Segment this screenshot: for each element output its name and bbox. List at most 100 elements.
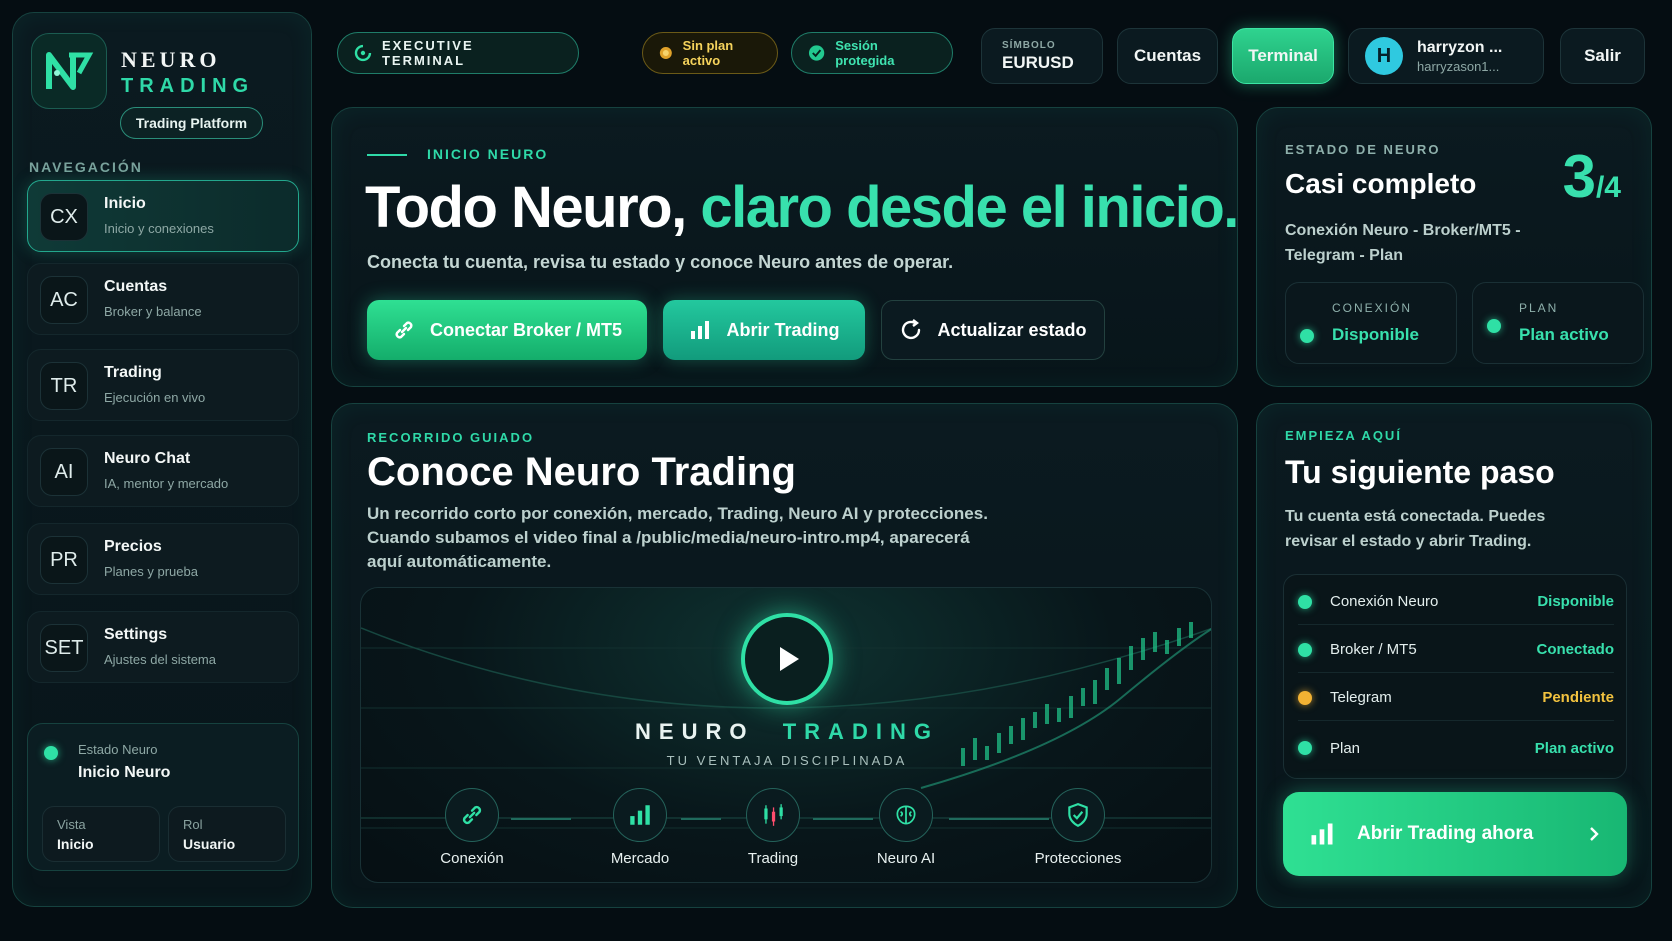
video-brand1: NEURO [635,719,755,744]
connect-broker-label: Conectar Broker / MT5 [429,319,623,340]
step-label: Protecciones [1034,850,1122,867]
check-label: Telegram [1330,689,1392,706]
video-brand: NEURO TRADING [361,719,1211,745]
score-num: 3 [1562,143,1596,210]
neuro-logo [31,33,107,109]
sidebar-item-sub: Broker y balance [104,304,202,319]
sidebar-item-cuentas[interactable]: AC Cuentas Broker y balance [27,263,299,335]
abrir-trading-ahora-button[interactable]: Abrir Trading ahora [1283,792,1627,876]
status-dot-icon [1298,642,1312,657]
rol-value: Usuario [183,836,236,852]
cta-label: Abrir Trading ahora [1357,823,1534,844]
check-value: Plan activo [1534,739,1614,757]
conexion-value: Disponible [1332,325,1419,344]
shield-check-icon [808,45,825,61]
sidebar-item-neuro-chat[interactable]: AI Neuro Chat IA, mentor y mercado [27,435,299,507]
video-tagline: TU VENTAJA DISCIPLINADA [666,753,908,768]
check-row-conexion: Conexión Neuro Disponible [1298,579,1614,625]
sidebar-item-trading[interactable]: TR Trading Ejecución en vivo [27,349,299,421]
step-circle [879,788,933,842]
checklist: Conexión Neuro Disponible Broker / MT5 C… [1283,574,1627,779]
estado-eyebrow: ESTADO DE NEURO [1285,142,1441,157]
step-mercado[interactable]: Mercado [595,788,685,867]
conexion-kpi: CONEXIÓN Disponible [1285,282,1457,364]
step-circle [746,788,800,842]
intro-video[interactable]: NEURO TRADING TU VENTAJA DISCIPLINADA Co… [360,587,1212,883]
next-step-panel: EMPIEZA AQUÍ Tu siguiente paso Tu cuenta… [1256,403,1652,908]
score-den: /4 [1595,171,1621,204]
status-label: Estado Neuro [78,742,158,757]
avatar: H [1365,37,1403,75]
executive-terminal-badge: EXECUTIVE TERMINAL [337,32,579,74]
salir-button[interactable]: Salir [1560,28,1645,84]
status-dot-icon [44,746,58,760]
check-label: Broker / MT5 [1330,641,1417,658]
plan-badge-label: Sin plan activo [682,38,734,68]
vista-label: Vista [57,817,86,832]
abrir-trading-button[interactable]: Abrir Trading [663,300,865,360]
step-connector [681,818,721,820]
symbol-selector[interactable]: SÍMBOLO EURUSD [981,28,1103,84]
play-icon [780,647,799,671]
tour-line1: Un recorrido corto por conexión, mercado… [367,504,988,523]
step-conexion[interactable]: Conexión [427,788,517,867]
sidebar-item-settings[interactable]: SET Settings Ajustes del sistema [27,611,299,683]
step-label: Trading [747,850,799,867]
next-desc-line2: revisar el estado y abrir Trading. [1285,533,1532,550]
status-value: Inicio Neuro [78,764,171,781]
tour-panel: RECORRIDO GUIADO Conoce Neuro Trading Un… [331,403,1238,908]
next-description: Tu cuenta está conectada. Puedes revisar… [1285,504,1545,554]
check-row-plan: Plan Plan activo [1298,725,1614,771]
cuentas-button[interactable]: Cuentas [1117,28,1218,84]
step-circle [613,788,667,842]
status-vista: Vista Inicio [42,806,160,862]
user-menu[interactable]: H harryzon ... harryzason1... [1348,28,1544,84]
eyebrow-line [367,154,407,156]
estado-desc-line2: Telegram - Plan [1285,247,1403,264]
next-title: Tu siguiente paso [1285,454,1555,490]
tour-eyebrow: RECORRIDO GUIADO [367,430,535,445]
step-protecciones[interactable]: Protecciones [1023,788,1133,867]
sidebar-item-sub: Inicio y conexiones [104,221,214,236]
step-label: Neuro AI [876,850,936,867]
plan-badge[interactable]: Sin plan activo [642,32,778,74]
shield-icon [1068,803,1088,828]
sidebar-item-inicio[interactable]: CX Inicio Inicio y conexiones [27,180,299,252]
sidebar-status-card: Estado Neuro Inicio Neuro Vista Inicio R… [27,723,299,871]
sidebar-item-label: Settings [104,626,168,643]
sidebar-item-precios[interactable]: PR Precios Planes y prueba [27,523,299,595]
chevron-right-icon [1590,827,1599,841]
tour-line2: Cuando subamos el video final a /public/… [367,528,970,547]
check-row-telegram: Telegram Pendiente [1298,675,1614,721]
bar-chart-icon [1311,823,1333,845]
next-eyebrow: EMPIEZA AQUÍ [1285,428,1402,443]
check-value: Conectado [1536,641,1614,658]
nav-abbr: AI [40,448,88,496]
bar-chart-icon [630,805,650,825]
terminal-button[interactable]: Terminal [1232,28,1334,84]
status-dot-icon [1298,594,1312,609]
connect-broker-button[interactable]: Conectar Broker / MT5 [367,300,647,360]
rol-label: Rol [183,817,203,832]
conexion-label: CONEXIÓN [1332,301,1413,315]
sidebar-item-label: Cuentas [104,278,168,295]
user-email: harryzason1... [1417,58,1500,74]
brand-name-line1: NEURO [121,47,221,72]
refresh-icon [902,319,921,340]
tour-description: Un recorrido corto por conexión, mercado… [367,502,988,574]
session-badge-label: Sesión protegida [835,38,895,68]
refresh-status-button[interactable]: Actualizar estado [881,300,1105,360]
step-neuro-ai[interactable]: Neuro AI [861,788,951,867]
play-button[interactable] [741,613,833,705]
sidebar-item-sub: Planes y prueba [104,564,198,579]
estado-panel: ESTADO DE NEURO Casi completo 3/4 Conexi… [1256,107,1652,387]
refresh-status-label: Actualizar estado [937,319,1087,340]
executive-label: EXECUTIVE TERMINAL [381,38,474,68]
step-trading[interactable]: Trading [728,788,818,867]
estado-description: Conexión Neuro - Broker/MT5 - Telegram -… [1285,218,1521,268]
user-name: harryzon ... [1417,38,1503,56]
sidebar-item-sub: Ajustes del sistema [104,652,216,667]
nav-abbr: CX [40,193,88,241]
link-icon [395,321,413,339]
estado-score: 3/4 [1563,142,1621,211]
